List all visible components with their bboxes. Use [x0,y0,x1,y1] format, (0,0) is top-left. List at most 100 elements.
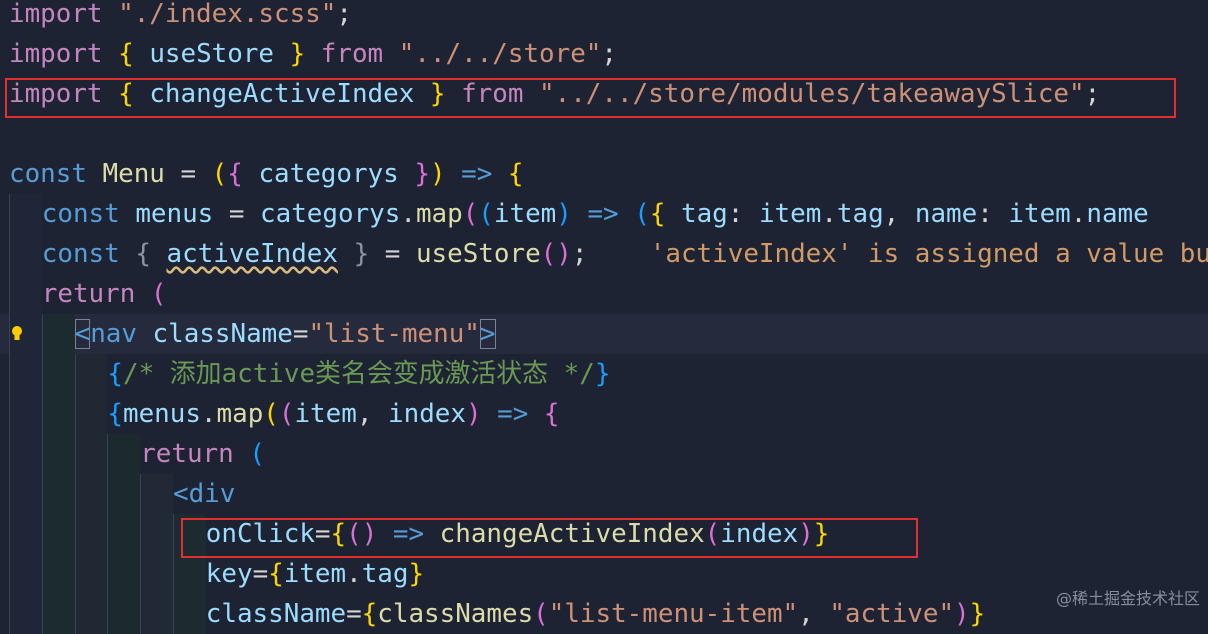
code-line[interactable]: className={classNames("list-menu-item", … [0,594,1208,634]
code-line[interactable]: return ( [0,274,1208,314]
indent-band [107,514,141,554]
indent-guide [41,594,43,634]
code-token: , [798,599,830,629]
code-line[interactable]: import "./index.scss"; [0,0,1208,34]
code-line[interactable]: const menus = categorys.map((item) => ({… [0,194,1208,234]
code-token: { [330,519,347,549]
code-token: , [883,199,915,229]
indent-band [107,554,141,594]
indent-band [9,234,42,274]
code-token: => [461,159,493,189]
indent-band [74,594,108,634]
indent-band [74,554,108,594]
code-line[interactable]: {/* 添加active类名会变成激活状态 */} [0,354,1208,394]
code-token: ( [462,199,479,229]
indent-guide [140,554,142,594]
indent-guide [41,474,43,514]
code-token: menus [135,199,214,229]
code-token: item [294,399,357,429]
indent-band [9,354,42,394]
indent-band [173,514,206,554]
code-token: categorys [260,199,401,229]
indent-guide [9,594,10,634]
indent-band [41,394,75,434]
code-token: ( [533,599,549,629]
code-token: ) [798,519,814,549]
code-token: map [415,199,463,229]
code-line[interactable]: import { useStore } from "../../store"; [0,34,1208,74]
indent-guide [9,554,10,594]
code-token: changeActiveIndex [439,519,705,549]
indent-band [9,274,42,314]
indent-guide [9,514,10,554]
indent-band [9,594,42,634]
code-token: < [74,319,91,349]
indent-guide [41,314,43,354]
code-token: index [388,399,466,429]
code-line[interactable] [0,114,1208,154]
code-token: const [41,239,120,269]
code-text: onClick={() => changeActiveIndex(index)} [206,514,830,554]
code-token: item [1008,199,1071,229]
code-text: key={item.tag} [206,554,424,594]
code-token: { [649,199,666,229]
code-token: } [414,159,430,189]
code-line[interactable]: <div [0,474,1208,514]
indent-band [9,434,42,474]
code-token: const [9,159,87,189]
code-token: tag [361,559,409,589]
indent-guide [107,434,109,474]
code-line[interactable]: const { activeIndex } = useStore(); 'act… [0,234,1208,274]
code-token: import [9,79,103,109]
indent-guide [173,554,174,594]
code-line[interactable]: return ( [0,434,1208,474]
indent-guide [74,514,76,554]
code-token: useStore [415,239,541,269]
code-token: . [346,559,362,589]
code-line[interactable]: onClick={() => changeActiveIndex(index)} [0,514,1208,554]
code-line[interactable]: import { changeActiveIndex } from "../..… [0,74,1208,114]
indent-guide [107,514,109,554]
code-token: { [118,39,134,69]
code-token: = [228,199,245,229]
code-token: nav [90,319,137,349]
code-token: ( [150,279,167,309]
lightbulb-icon[interactable] [10,325,24,343]
indent-band [140,514,173,554]
code-token: ) [465,399,482,429]
indent-band [9,554,42,594]
indent-guide [41,394,43,434]
code-token: => [497,399,529,429]
indent-guide [74,394,76,434]
code-token: { [543,399,560,429]
code-line[interactable]: const Menu = ({ categorys }) => { [0,154,1208,194]
indent-guide [74,434,76,474]
code-token: => [392,519,425,549]
code-line[interactable]: {menus.map((item, index) => { [0,394,1208,434]
code-token: . [200,399,217,429]
indent-band [41,314,75,354]
code-editor[interactable]: import "./index.scss"; import { useStore … [0,0,1208,634]
code-token: div [188,479,236,509]
code-line[interactable]: <nav className="list-menu"> [0,314,1208,354]
indent-band [173,554,206,594]
code-token: key [205,559,253,589]
code-token: classNames [377,599,534,629]
code-text: className={classNames("list-menu-item", … [206,594,985,634]
code-token: ; [601,39,617,69]
code-token: = [314,519,331,549]
code-line[interactable]: key={item.tag} [0,554,1208,594]
indent-band [74,514,108,554]
code-token: ; [571,239,588,269]
indent-band [9,394,42,434]
code-text: return ( [140,434,265,474]
